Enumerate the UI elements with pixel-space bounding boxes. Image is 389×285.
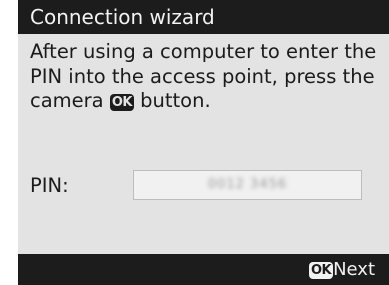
ok-button-icon: OK xyxy=(308,262,334,279)
title-bar: Connection wizard xyxy=(18,0,389,34)
instruction-text: After using a computer to enter the PIN … xyxy=(30,40,380,114)
instruction-line-3: camera OK button. xyxy=(30,89,380,114)
instruction-line-3-before: camera xyxy=(30,89,110,112)
instruction-line-1: After using a computer to enter the xyxy=(30,40,377,63)
footer-bar: OK Next xyxy=(18,254,389,285)
camera-screen: Connection wizard After using a computer… xyxy=(18,0,389,285)
page-title: Connection wizard xyxy=(30,5,215,29)
next-label: Next xyxy=(333,259,375,280)
instruction-line-3-after: button. xyxy=(133,89,211,112)
next-button[interactable]: OK Next xyxy=(308,259,375,280)
pin-field: 0012 3456 xyxy=(133,170,362,200)
pin-label: PIN: xyxy=(30,174,69,197)
pin-value: 0012 3456 xyxy=(207,177,288,192)
instruction-line-2: PIN into the access point, press the xyxy=(30,64,375,88)
ok-button-icon: OK xyxy=(109,94,134,111)
